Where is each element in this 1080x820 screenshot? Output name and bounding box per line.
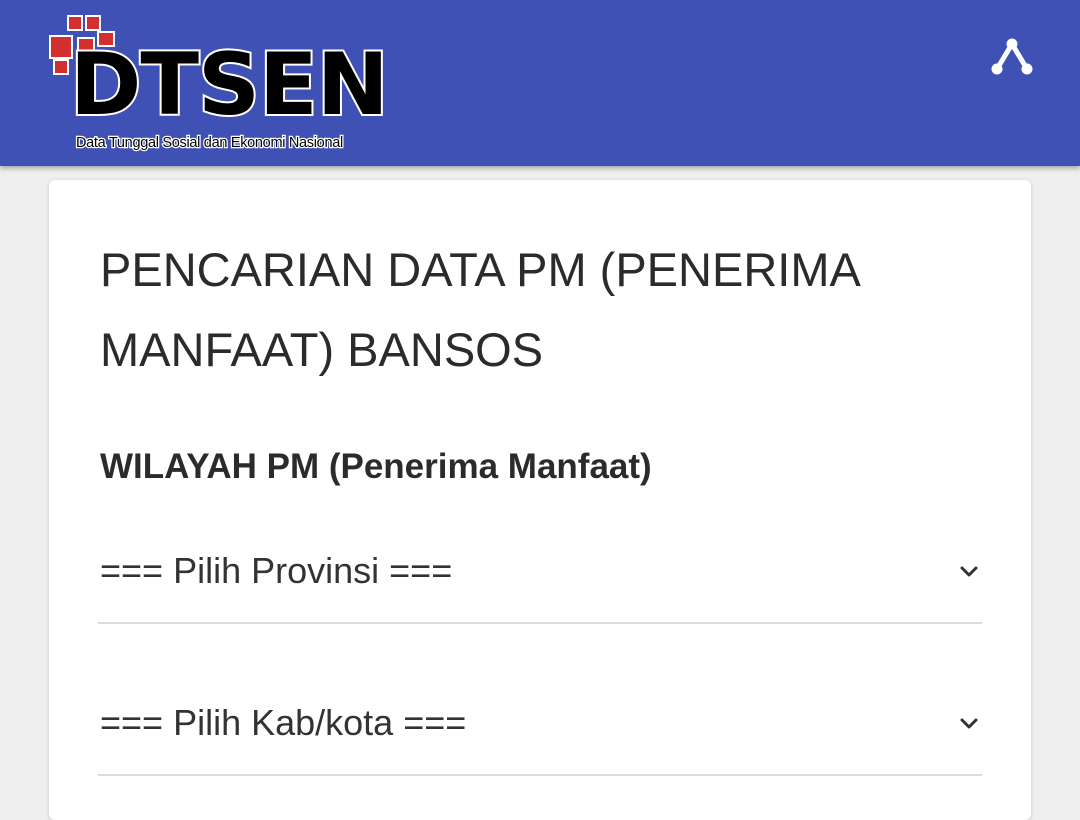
search-card: PENCARIAN DATA PM (PENERIMA MANFAAT) BAN… — [49, 180, 1031, 820]
logo-wordmark: DTSEN — [68, 35, 391, 135]
logo-tagline: Data Tunggal Sosial dan Ekonomi Nasional — [75, 134, 345, 153]
app-bar: DTSEN Data Tunggal Sosial dan Ekonomi Na… — [0, 0, 1080, 166]
dtsen-logo: DTSEN Data Tunggal Sosial dan Ekonomi Na… — [48, 14, 391, 156]
province-select[interactable]: === Pilih Provinsi === — [98, 536, 982, 624]
city-select[interactable]: === Pilih Kab/kota === — [98, 688, 982, 776]
chevron-down-icon — [960, 566, 978, 577]
province-select-value: === Pilih Provinsi === — [100, 550, 453, 591]
share-icon — [991, 38, 1033, 75]
share-button[interactable] — [986, 34, 1038, 80]
page-title: PENCARIAN DATA PM (PENERIMA MANFAAT) BAN… — [100, 243, 859, 376]
section-title: WILAYAH PM (Penerima Manfaat) — [100, 447, 652, 486]
city-select-value: === Pilih Kab/kota === — [100, 702, 467, 743]
chevron-down-icon — [960, 718, 978, 729]
